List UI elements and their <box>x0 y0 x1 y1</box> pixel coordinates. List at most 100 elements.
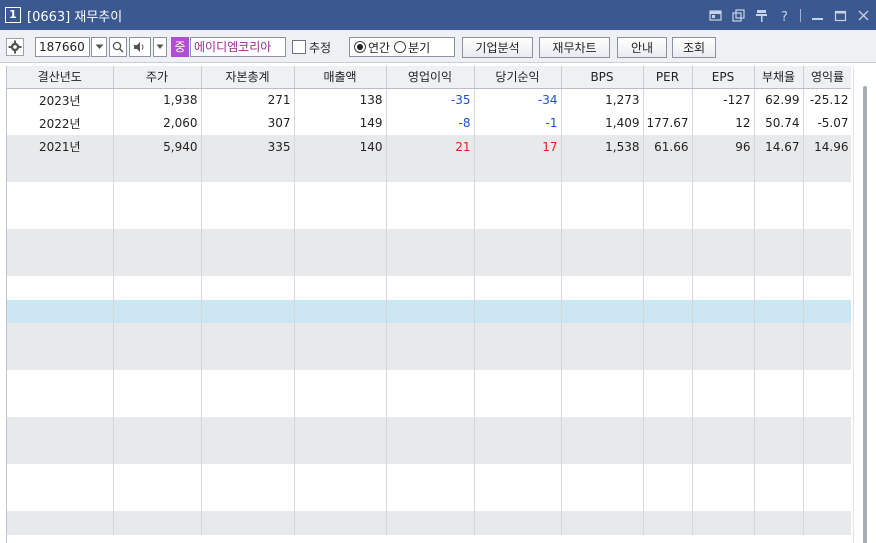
equity-cell: 307 <box>201 111 295 135</box>
per-cell: 177.67 <box>643 111 693 135</box>
empty-row[interactable] <box>7 393 851 417</box>
empty-row[interactable] <box>7 323 851 347</box>
column-header[interactable]: 매출액 <box>294 66 387 89</box>
pin-icon[interactable] <box>754 8 768 22</box>
empty-row[interactable] <box>7 158 851 182</box>
empty-row[interactable] <box>7 252 851 276</box>
empty-row[interactable] <box>7 440 851 464</box>
year-cell: 2023년 <box>7 88 114 112</box>
empty-row[interactable] <box>7 370 851 394</box>
stock-code-input[interactable]: 187660 <box>35 37 90 57</box>
window-title: [0663] 재무추이 <box>27 9 123 25</box>
table-row[interactable]: 2023년 1,938 271 138 -35 -34 1,273 -127 6… <box>7 88 851 112</box>
op-profit-cell: -35 <box>386 88 475 112</box>
net-profit-cell: -34 <box>474 88 562 112</box>
debt-ratio-cell: 62.99 <box>754 88 804 112</box>
empty-row[interactable] <box>7 182 851 206</box>
sales-cell: 138 <box>294 88 387 112</box>
finance-chart-button[interactable]: 재무차트 <box>539 37 610 58</box>
bps-cell: 1,273 <box>561 88 644 112</box>
net-profit-cell: 17 <box>474 135 562 159</box>
net-profit-cell: -1 <box>474 111 562 135</box>
eps-cell: -127 <box>692 88 755 112</box>
guide-button[interactable]: 안내 <box>617 37 667 58</box>
column-header[interactable]: 당기순익 <box>474 66 562 89</box>
minimize-icon[interactable] <box>810 8 824 22</box>
column-header[interactable]: 영업이익 <box>386 66 475 89</box>
column-header[interactable]: 주가 <box>113 66 202 89</box>
selected-row[interactable] <box>7 299 851 323</box>
op-profit-cell: 21 <box>386 135 475 159</box>
empty-row[interactable] <box>7 205 851 229</box>
stock-group-dropdown-button[interactable] <box>153 37 167 57</box>
query-button[interactable]: 조회 <box>672 37 716 58</box>
empty-row[interactable] <box>7 229 851 253</box>
column-header[interactable]: BPS <box>561 66 644 89</box>
op-margin-cell: 14.96 <box>803 135 851 159</box>
per-cell <box>643 88 693 112</box>
table-row[interactable]: 2022년 2,060 307 149 -8 -1 1,409 177.67 1… <box>7 111 851 135</box>
speaker-icon <box>134 42 144 52</box>
op-profit-cell: -8 <box>386 111 475 135</box>
annual-radio[interactable] <box>354 41 366 53</box>
help-icon[interactable]: ? <box>777 8 791 22</box>
grid-header-row: 결산년도 주가 자본총계 매출액 영업이익 당기순익 BPS PER EPS 부… <box>7 66 851 89</box>
bps-cell: 1,538 <box>561 135 644 159</box>
svg-text:?: ? <box>781 10 788 22</box>
column-header[interactable]: PER <box>643 66 693 89</box>
vertical-scrollbar[interactable] <box>853 66 876 543</box>
debt-ratio-cell: 50.74 <box>754 111 804 135</box>
op-margin-cell: -25.12 <box>803 88 851 112</box>
empty-row[interactable] <box>7 276 851 300</box>
op-margin-cell: -5.07 <box>803 111 851 135</box>
market-badge: 중 <box>171 37 189 57</box>
price-cell: 2,060 <box>113 111 202 135</box>
period-radio-group: 연간 분기 <box>349 37 455 57</box>
search-button[interactable] <box>109 37 127 57</box>
equity-cell: 335 <box>201 135 295 159</box>
financial-trend-grid[interactable]: 결산년도 주가 자본총계 매출액 영업이익 당기순익 BPS PER EPS 부… <box>6 66 851 543</box>
eps-cell: 96 <box>692 135 755 159</box>
estimate-checkbox[interactable] <box>292 40 306 54</box>
column-header[interactable]: 부채율 <box>754 66 804 89</box>
column-header[interactable]: EPS <box>692 66 755 89</box>
column-header[interactable]: 결산년도 <box>7 66 114 89</box>
link-window-icon[interactable] <box>731 8 745 22</box>
settings-gear-icon[interactable] <box>6 38 24 56</box>
estimate-label: 추정 <box>309 41 332 55</box>
price-cell: 5,940 <box>113 135 202 159</box>
table-row[interactable]: 2021년 5,940 335 140 21 17 1,538 61.66 96… <box>7 135 851 159</box>
scrollbar-thumb[interactable] <box>863 86 867 543</box>
window-number-badge: 1 <box>5 7 21 23</box>
company-analysis-button[interactable]: 기업분석 <box>462 37 533 58</box>
quarter-label: 분기 <box>408 40 431 55</box>
annual-label: 연간 <box>368 40 391 55</box>
year-cell: 2021년 <box>7 135 114 159</box>
eps-cell: 12 <box>692 111 755 135</box>
column-header[interactable]: 자본총계 <box>201 66 295 89</box>
column-header[interactable]: 영익률 <box>803 66 851 89</box>
price-cell: 1,938 <box>113 88 202 112</box>
restore-layout-icon[interactable] <box>708 8 722 22</box>
toolbar: 187660 중 에이디엠코리아 추정 연간 분기 기업분석 재무차트 안내 조… <box>0 30 876 63</box>
bps-cell: 1,409 <box>561 111 644 135</box>
stock-name-field[interactable]: 에이디엠코리아 <box>190 37 286 57</box>
empty-row[interactable] <box>7 346 851 370</box>
empty-row[interactable] <box>7 487 851 511</box>
sound-button[interactable] <box>129 37 151 57</box>
year-cell: 2022년 <box>7 111 114 135</box>
close-icon[interactable] <box>856 8 870 22</box>
maximize-icon[interactable] <box>833 8 847 22</box>
chevron-down-icon <box>95 44 103 49</box>
quarter-radio[interactable] <box>394 41 407 53</box>
empty-row[interactable] <box>7 511 851 535</box>
empty-row[interactable] <box>7 464 851 488</box>
sales-cell: 140 <box>294 135 387 159</box>
code-dropdown-button[interactable] <box>91 37 107 57</box>
search-icon <box>112 41 124 53</box>
title-bar[interactable]: 1 [0663] 재무추이 ? <box>0 0 876 30</box>
debt-ratio-cell: 14.67 <box>754 135 804 159</box>
equity-cell: 271 <box>201 88 295 112</box>
empty-row[interactable] <box>7 417 851 441</box>
per-cell: 61.66 <box>643 135 693 159</box>
